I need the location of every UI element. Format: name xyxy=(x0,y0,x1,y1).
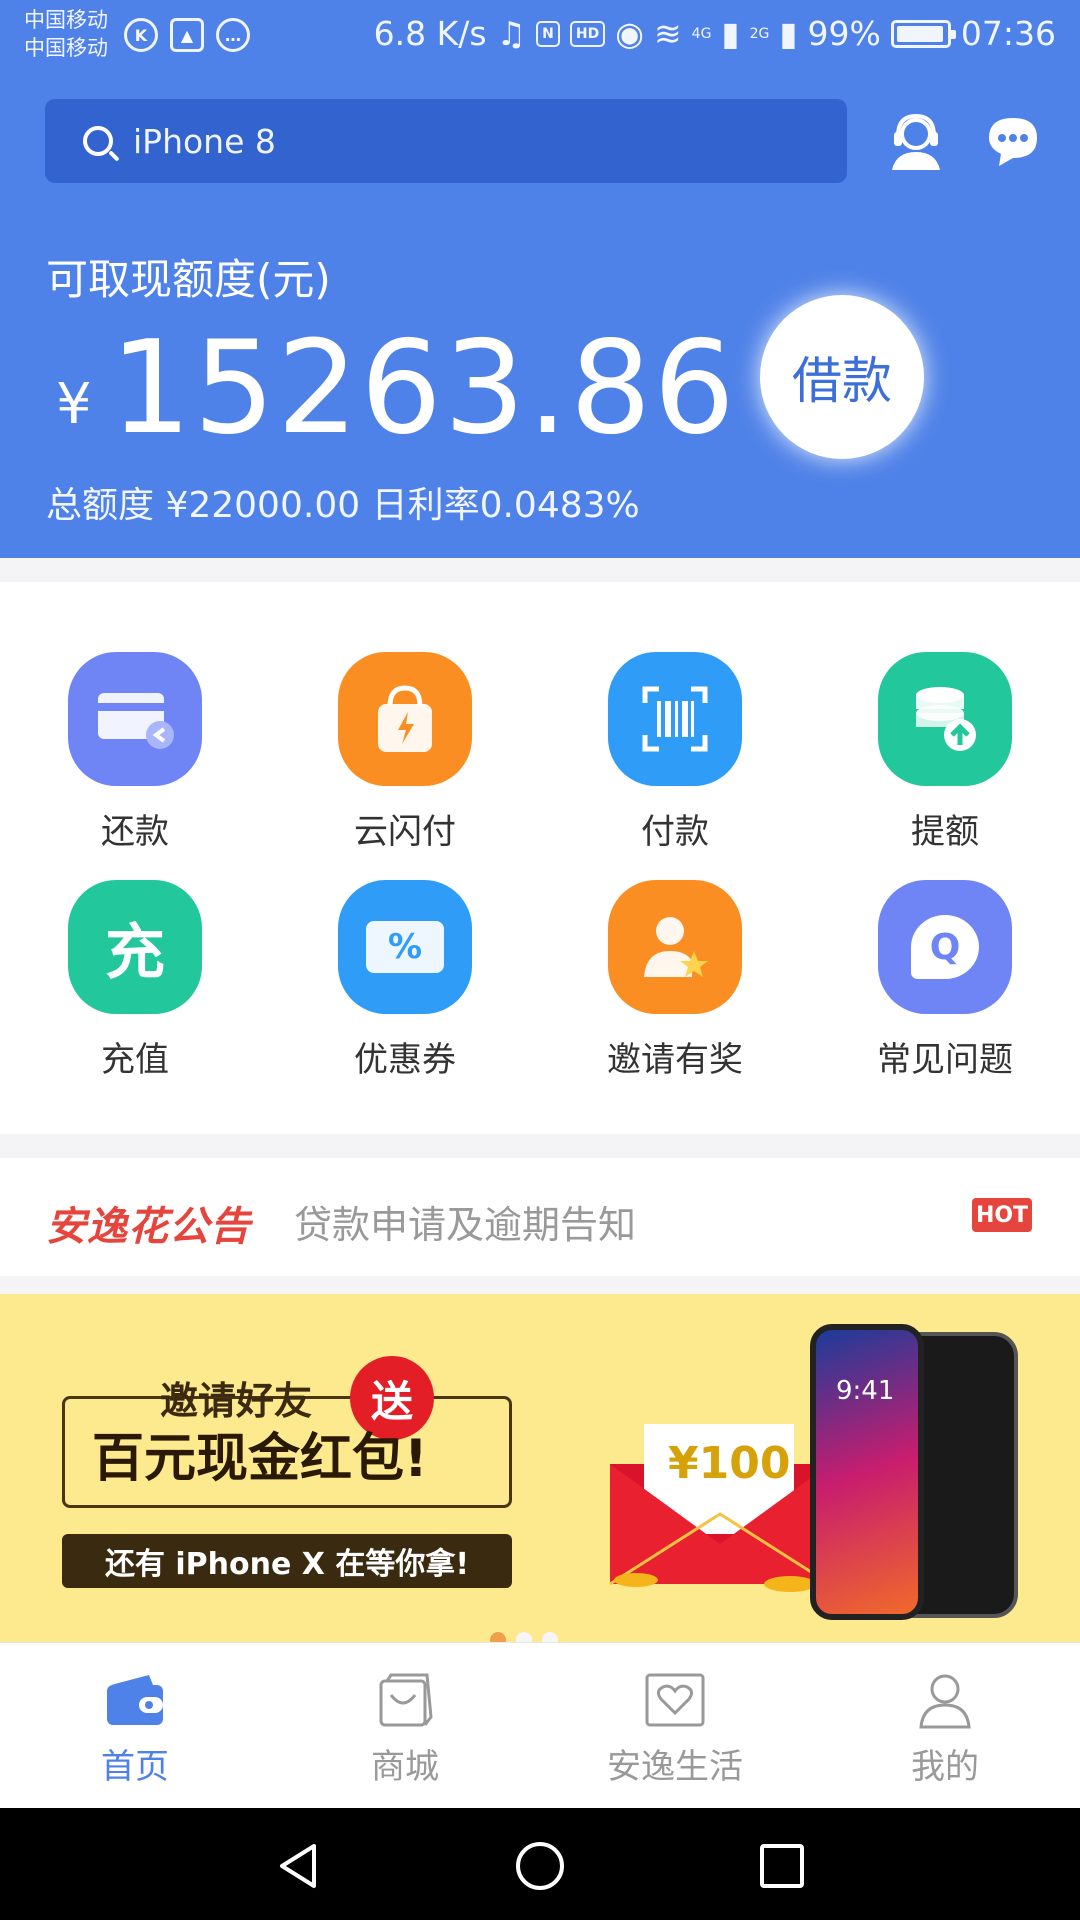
nfc-icon: N xyxy=(536,20,560,47)
coupon-glyph: % xyxy=(366,921,444,973)
recent-apps-icon[interactable] xyxy=(756,1840,808,1892)
faq-bubble-icon: Q xyxy=(878,880,1012,1014)
tab-mine[interactable]: 我的 xyxy=(810,1643,1080,1809)
customer-service-icon[interactable] xyxy=(888,112,944,172)
headset-icon: ♫ xyxy=(496,14,527,53)
menu-item-raise-limit[interactable]: 提额 xyxy=(810,652,1080,862)
currency-symbol: ¥ xyxy=(56,372,92,437)
tab-label: 安逸生活 xyxy=(607,1747,743,1787)
hd-icon: HD xyxy=(569,20,606,47)
status-bar: 中国移动 中国移动 K ▲ … 6.8 K/s ♫ N HD ◉ ≋ 4G ▮ … xyxy=(0,0,1080,72)
signal-icon: ▮ xyxy=(779,14,798,53)
carrier-labels: 中国移动 中国移动 xyxy=(24,6,108,62)
menu-item-unionpay[interactable]: 云闪付 xyxy=(270,652,540,862)
tab-label: 首页 xyxy=(101,1747,169,1787)
banner-subtext: 还有 iPhone X 在等你拿! xyxy=(62,1534,512,1588)
account-header: 中国移动 中国移动 K ▲ … 6.8 K/s ♫ N HD ◉ ≋ 4G ▮ … xyxy=(0,0,1080,558)
signal-icon: ▮ xyxy=(721,14,740,53)
repay-card-icon xyxy=(68,652,202,786)
invite-user-star-icon xyxy=(608,880,742,1014)
network-type-2: 2G xyxy=(749,25,770,42)
menu-label: 付款 xyxy=(641,812,709,852)
menu-label: 优惠券 xyxy=(354,1040,456,1080)
network-type-1: 4G xyxy=(691,25,712,42)
battery-percent: 99% xyxy=(807,14,881,53)
menu-item-invite[interactable]: 邀请有奖 xyxy=(540,880,810,1090)
tab-mall[interactable]: 商城 xyxy=(270,1643,540,1809)
carrier-2: 中国移动 xyxy=(24,36,108,60)
wifi-icon: ≋ xyxy=(654,14,682,53)
phone-front-image xyxy=(810,1324,924,1620)
back-icon[interactable] xyxy=(272,1840,324,1892)
barcode-scan-icon xyxy=(608,652,742,786)
carrier-1: 中国移动 xyxy=(24,8,108,32)
menu-label: 常见问题 xyxy=(877,1040,1013,1080)
image-alert-icon: ▲ xyxy=(170,18,204,52)
menu-item-faq[interactable]: Q 常见问题 xyxy=(810,880,1080,1090)
shopping-bag-icon xyxy=(338,652,472,786)
menu-item-repay[interactable]: 还款 xyxy=(0,652,270,862)
search-input[interactable]: iPhone 8 xyxy=(133,122,276,161)
menu-item-coupon[interactable]: % 优惠券 xyxy=(270,880,540,1090)
battery-icon xyxy=(890,19,956,48)
tab-label: 商城 xyxy=(371,1747,439,1787)
announcement-text[interactable]: 贷款申请及逾期告知 xyxy=(294,1194,636,1249)
system-nav-bar xyxy=(0,1808,1080,1920)
notification-icons: K ▲ … xyxy=(124,18,250,52)
bottom-tab-bar: 首页 商城 安逸生活 我的 xyxy=(0,1642,1080,1808)
home-circle-icon[interactable] xyxy=(514,1840,566,1892)
menu-label: 提额 xyxy=(911,812,979,852)
heart-frame-icon xyxy=(645,1673,705,1727)
faq-glyph: Q xyxy=(911,915,979,979)
promo-banner[interactable]: 邀请好友 送 百元现金红包! 还有 iPhone X 在等你拿! ¥100 9:… xyxy=(0,1294,1080,1642)
phone-time: 9:41 xyxy=(836,1376,895,1406)
message-icon: … xyxy=(216,18,250,52)
tab-home[interactable]: 首页 xyxy=(0,1643,270,1809)
status-right: 6.8 K/s ♫ N HD ◉ ≋ 4G ▮ 2G ▮ 99% 07:36 xyxy=(374,14,1056,53)
service-grid: 还款 云闪付 付款 提额 充 充值 % 优惠券 邀请有奖 Q 常见问题 xyxy=(0,582,1080,1134)
borrow-button[interactable]: 借款 xyxy=(760,295,924,459)
banner-main-text: 百元现金红包! xyxy=(92,1429,428,1489)
search-icon xyxy=(83,126,113,156)
chat-bubble-icon[interactable] xyxy=(985,112,1041,168)
menu-label: 邀请有奖 xyxy=(607,1040,743,1080)
tab-life[interactable]: 安逸生活 xyxy=(540,1643,810,1809)
tab-label: 我的 xyxy=(911,1747,979,1787)
k-app-icon: K xyxy=(124,18,158,52)
clock: 07:36 xyxy=(960,14,1056,53)
search-bar[interactable]: iPhone 8 xyxy=(45,99,847,183)
menu-label: 充值 xyxy=(101,1040,169,1080)
quota-label: 可取现额度(元) xyxy=(46,255,331,304)
user-icon xyxy=(919,1674,971,1729)
menu-label: 还款 xyxy=(101,812,169,852)
coin-stack-up-icon xyxy=(878,652,1012,786)
red-envelope-icon xyxy=(609,1424,831,1592)
hot-badge: HOT xyxy=(972,1198,1032,1232)
eye-icon: ◉ xyxy=(615,14,644,53)
envelope-amount: ¥100 xyxy=(668,1438,791,1489)
announcement-bar[interactable]: 安逸花公告 贷款申请及逾期告知 xyxy=(0,1158,1080,1276)
network-speed: 6.8 K/s xyxy=(373,14,487,53)
coupon-icon: % xyxy=(338,880,472,1014)
available-amount: 15263.86 xyxy=(110,314,737,463)
menu-item-pay[interactable]: 付款 xyxy=(540,652,810,862)
recharge-icon: 充 xyxy=(68,880,202,1014)
wallet-icon xyxy=(107,1675,163,1725)
menu-label: 云闪付 xyxy=(354,812,456,852)
announcement-brand: 安逸花公告 xyxy=(46,1204,251,1250)
credit-meta: 总额度 ¥22000.00 日利率0.0483% xyxy=(46,485,640,526)
shopping-bag-outline-icon xyxy=(379,1673,433,1727)
recharge-glyph: 充 xyxy=(105,917,165,988)
menu-item-recharge[interactable]: 充 充值 xyxy=(0,880,270,1090)
